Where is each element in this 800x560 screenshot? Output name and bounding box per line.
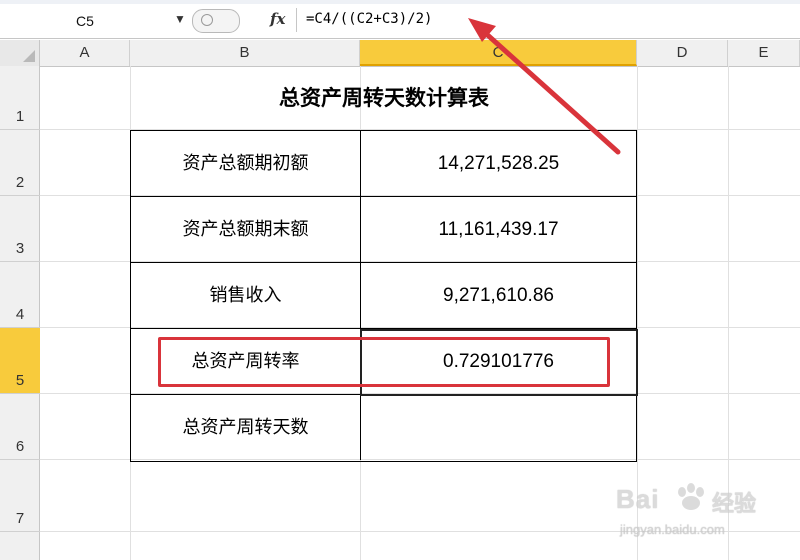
formula-bar-resize-handle[interactable]	[192, 9, 240, 33]
watermark-brand-cn: 经验	[712, 492, 757, 517]
row-header-label: 3	[15, 240, 25, 257]
row-label-opening-total-assets[interactable]: 资产总额期初额	[131, 131, 361, 196]
column-header-e[interactable]: E	[728, 40, 800, 66]
sheet-title[interactable]: 总资产周转天数计算表	[130, 82, 638, 112]
column-headers: A B C D E	[0, 40, 800, 67]
annotation-highlight-box	[158, 337, 610, 387]
row-header-label: 7	[15, 510, 25, 527]
row-header-label: 1	[15, 108, 25, 125]
column-header-b[interactable]: B	[130, 40, 360, 66]
table-row: 资产总额期末额 11,161,439.17	[131, 197, 636, 263]
column-header-d[interactable]: D	[637, 40, 728, 66]
row-header-3[interactable]: 3	[0, 196, 40, 262]
row-label-asset-turnover-days[interactable]: 总资产周转天数	[131, 395, 361, 460]
ribbon-edge	[0, 0, 800, 4]
table-row: 销售收入 9,271,610.86	[131, 263, 636, 329]
watermark-url: jingyan.baidu.com	[620, 522, 725, 537]
cell-value[interactable]: 11,161,439.17	[361, 197, 636, 262]
data-table: 资产总额期初额 14,271,528.25 资产总额期末额 11,161,439…	[130, 130, 637, 462]
name-box[interactable]: C5 ▼	[0, 8, 190, 34]
formula-bar-divider	[296, 8, 297, 32]
column-header-c[interactable]: C	[360, 40, 637, 66]
row-header-4[interactable]: 4	[0, 262, 40, 328]
formula-bar: C5 ▼ fx =C4/((C2+C3)/2)	[0, 0, 800, 39]
formula-input[interactable]: =C4/((C2+C3)/2)	[306, 11, 432, 27]
row-header-6[interactable]: 6	[0, 394, 40, 460]
table-row: 总资产周转天数	[131, 395, 636, 461]
chevron-down-icon[interactable]: ▼	[174, 12, 186, 26]
baidu-jingyan-watermark: Bai 经验 jingyan.baidu.com	[614, 478, 794, 548]
row-headers: 1 2 3 4 5 6 7	[0, 66, 40, 560]
row-header-label: 4	[15, 306, 25, 323]
column-header-a[interactable]: A	[40, 40, 130, 66]
row-header-label: 2	[15, 174, 25, 191]
row-label-closing-total-assets[interactable]: 资产总额期末额	[131, 197, 361, 262]
paw-logo-icon	[678, 483, 704, 510]
row-header-5[interactable]: 5	[0, 328, 40, 394]
row-header-2[interactable]: 2	[0, 130, 40, 196]
watermark-brand: Bai	[616, 484, 660, 514]
cell-value[interactable]: 14,271,528.25	[361, 131, 636, 196]
insert-function-icon[interactable]: fx	[270, 10, 285, 28]
cell-value[interactable]: 9,271,610.86	[361, 263, 636, 328]
table-row: 资产总额期初额 14,271,528.25	[131, 131, 636, 197]
select-all-button[interactable]	[0, 40, 40, 66]
row-header-label: 5	[15, 372, 25, 389]
row-header-1[interactable]: 1	[0, 66, 40, 130]
row-header-label: 6	[15, 438, 25, 455]
row-header-7[interactable]: 7	[0, 460, 40, 532]
row-label-sales-revenue[interactable]: 销售收入	[131, 263, 361, 328]
cell-value[interactable]	[361, 395, 636, 460]
name-box-value: C5	[76, 13, 94, 29]
